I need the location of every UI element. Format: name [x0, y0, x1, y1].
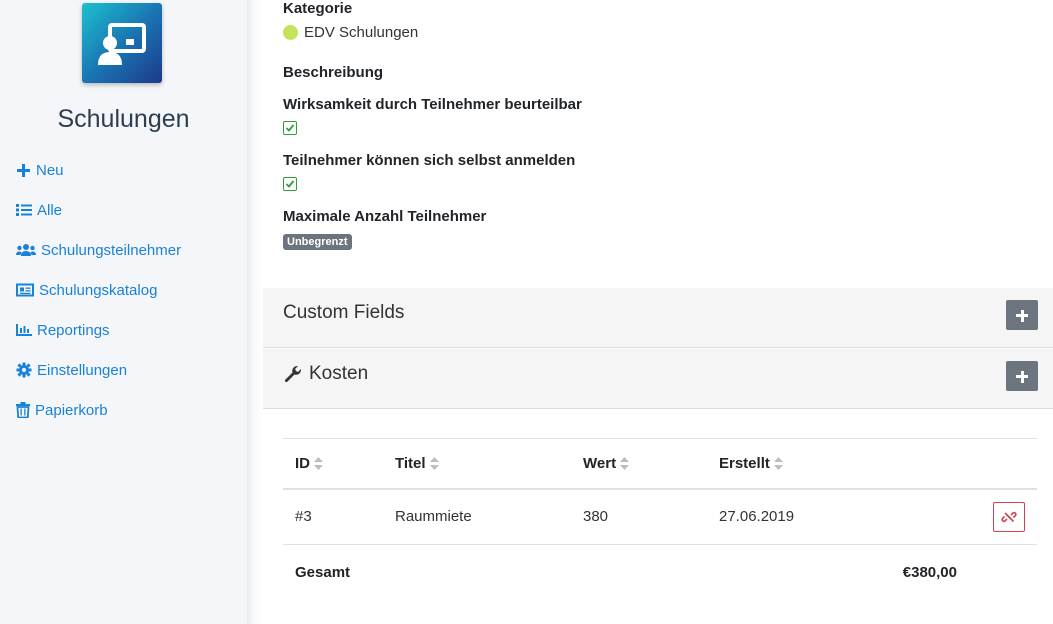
sidebar-nav: Neu Alle Schulungsteilnehmer Schulungska… [16, 150, 181, 430]
app-title: Schulungen [57, 105, 190, 133]
sidebar-item-label: Schulungsteilnehmer [41, 241, 182, 259]
wirksamkeit-label: Wirksamkeit durch Teilnehmer beurteilbar [283, 96, 582, 113]
status-badge: Unbegrenzt [283, 234, 352, 250]
sort-icon [773, 457, 783, 471]
sidebar-item-papierkorb[interactable]: Papierkorb [16, 390, 181, 430]
kosten-panel-header[interactable]: Kosten [263, 349, 1053, 409]
table-row: #3 Raummiete 380 27.06.2019 [283, 488, 1037, 545]
table-header-row: ID Titel Wert Erstellt [283, 438, 1037, 490]
kosten-title: Kosten [309, 363, 369, 384]
cell-actions [957, 488, 1037, 545]
sidebar-item-reportings[interactable]: Reportings [16, 310, 181, 350]
kosten-title-wrap: Kosten [283, 363, 368, 385]
column-header-titel[interactable]: Titel [383, 438, 571, 490]
total-row: Gesamt €380,00 [283, 545, 1037, 601]
cell-wert: 380 [571, 488, 707, 545]
sidebar-item-label: Papierkorb [35, 401, 108, 419]
newspaper-icon [16, 283, 34, 297]
sidebar-item-einstellungen[interactable]: Einstellungen [16, 350, 181, 390]
sidebar-item-schulungsteilnehmer[interactable]: Schulungsteilnehmer [16, 230, 181, 270]
selbst-anmelden-checkbox [283, 177, 297, 191]
column-header-wert[interactable]: Wert [571, 438, 707, 490]
sidebar-item-label: Alle [37, 201, 63, 219]
sidebar-item-label: Reportings [37, 321, 110, 339]
list-icon [16, 204, 32, 216]
cell-erstellt: 27.06.2019 [707, 488, 957, 545]
sidebar-item-alle[interactable]: Alle [16, 190, 181, 230]
custom-fields-title: Custom Fields [283, 302, 405, 323]
chart-bar-icon [16, 324, 32, 336]
unlink-button[interactable] [993, 501, 1025, 532]
trash-icon [16, 402, 30, 418]
kategorie-value: EDV Schulungen [283, 24, 418, 41]
sort-icon [429, 457, 439, 471]
expand-custom-fields-button[interactable] [1006, 300, 1038, 330]
selbst-anmelden-label: Teilnehmer können sich selbst anmelden [283, 152, 576, 169]
sort-icon [620, 457, 630, 471]
category-color-dot [283, 25, 298, 40]
kategorie-label: Kategorie [283, 0, 353, 17]
wirksamkeit-checkbox [283, 121, 297, 135]
sidebar-item-schulungskatalog[interactable]: Schulungskatalog [16, 270, 181, 310]
main-content: Kategorie EDV Schulungen Beschreibung Wi… [263, 0, 1053, 624]
sidebar-item-label: Einstellungen [37, 361, 128, 379]
total-value: €380,00 [902, 564, 957, 582]
sidebar: Schulungen Neu Alle Schulungsteilnehmer … [0, 0, 247, 624]
expand-kosten-button[interactable] [1006, 361, 1038, 391]
unlink-icon [1001, 511, 1017, 522]
app-logo [82, 3, 162, 83]
check-icon [285, 124, 295, 132]
kategorie-text: EDV Schulungen [304, 24, 419, 41]
plus-icon [17, 163, 30, 177]
sidebar-item-label: Schulungskatalog [39, 281, 158, 299]
wrench-icon [284, 365, 302, 383]
gear-icon [16, 362, 32, 378]
column-header-actions [957, 438, 1037, 490]
custom-fields-panel-header[interactable]: Custom Fields [263, 288, 1053, 348]
cell-id: #3 [283, 488, 383, 545]
sort-icon [314, 457, 323, 471]
cell-titel: Raummiete [383, 488, 571, 545]
sidebar-item-label: Neu [36, 161, 64, 179]
total-label: Gesamt [295, 564, 351, 582]
beschreibung-label: Beschreibung [283, 64, 384, 81]
sidebar-item-neu[interactable]: Neu [16, 150, 181, 190]
check-icon [285, 180, 295, 188]
column-header-erstellt[interactable]: Erstellt [707, 438, 957, 490]
max-teilnehmer-label: Maximale Anzahl Teilnehmer [283, 208, 487, 225]
kosten-table: ID Titel Wert Erstellt #3 Raummiete 380 … [283, 438, 1037, 601]
column-header-id[interactable]: ID [283, 438, 383, 490]
sidebar-divider [247, 0, 263, 624]
users-icon [16, 244, 36, 256]
